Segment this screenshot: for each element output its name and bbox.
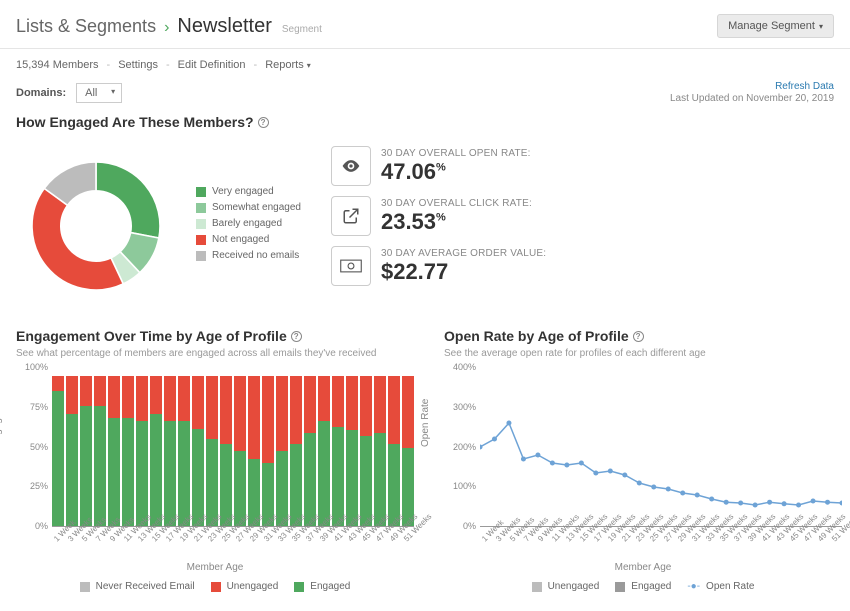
stat-icon (331, 196, 371, 236)
stats-cards: 30 DAY OVERALL OPEN RATE:47.06%30 DAY OV… (331, 146, 834, 306)
stat-card: 30 DAY AVERAGE ORDER VALUE:$22.77 (331, 246, 834, 286)
bar (150, 376, 162, 526)
subnav: 15,394 Members- Settings- Edit Definitio… (0, 49, 850, 75)
stat-value: $22.77 (381, 259, 546, 285)
legend-item: Very engaged (196, 186, 301, 197)
bar (108, 376, 120, 526)
engagement-bar-chart: 100% 75% 50% 25% 0% (52, 367, 414, 527)
subnav-settings[interactable]: Settings (118, 59, 158, 71)
bar (360, 376, 372, 526)
bar (262, 376, 274, 526)
subnav-members[interactable]: 15,394 Members (16, 59, 99, 71)
bar (80, 376, 92, 526)
page-title: Newsletter (177, 15, 271, 38)
bar (206, 376, 218, 526)
bar (318, 376, 330, 526)
subnav-edit-definition[interactable]: Edit Definition (178, 59, 246, 71)
stat-icon (331, 246, 371, 286)
domains-label: Domains: (16, 87, 66, 99)
engagement-donut-chart (16, 146, 176, 306)
chart2-xaxis-title: Member Age (444, 562, 842, 573)
bar (94, 376, 106, 526)
last-updated-label: Last Updated on November 20, 2019 (670, 93, 834, 104)
legend-item: Barely engaged (196, 218, 301, 229)
caret-down-icon: ▾ (307, 61, 311, 70)
breadcrumb-root[interactable]: Lists & Segments (16, 16, 156, 37)
bar (248, 376, 260, 526)
stat-value: 47.06% (381, 159, 531, 185)
stat-label: 30 DAY OVERALL OPEN RATE: (381, 148, 531, 159)
breadcrumb: Lists & Segments › Newsletter Segment (16, 15, 322, 38)
bar (136, 376, 148, 526)
bar (276, 376, 288, 526)
bar (374, 376, 386, 526)
manage-segment-button[interactable]: Manage Segment▾ (717, 14, 834, 38)
segment-tag: Segment (282, 24, 322, 35)
open-rate-line-chart: 400% 300% 200% 100% 0% (480, 367, 842, 527)
bar (402, 376, 414, 526)
engagement-title: How Engaged Are These Members? (16, 114, 254, 130)
chart1-title: Engagement Over Time by Age of Profile (16, 328, 287, 344)
legend-item: Received no emails (196, 250, 301, 261)
help-icon[interactable]: ? (291, 331, 302, 342)
bar (332, 376, 344, 526)
chart2-hint: See the average open rate for profiles o… (444, 348, 842, 359)
refresh-data-link[interactable]: Refresh Data (670, 81, 834, 92)
help-icon[interactable]: ? (258, 117, 269, 128)
stat-card: 30 DAY OVERALL OPEN RATE:47.06% (331, 146, 834, 186)
stat-icon (331, 146, 371, 186)
bar (192, 376, 204, 526)
chart2-title: Open Rate by Age of Profile (444, 328, 629, 344)
bar (220, 376, 232, 526)
donut-legend: Very engaged Somewhat engaged Barely engag… (196, 186, 301, 266)
bar (164, 376, 176, 526)
chevron-right-icon: › (164, 19, 169, 37)
stat-label: 30 DAY AVERAGE ORDER VALUE: (381, 248, 546, 259)
bar (290, 376, 302, 526)
chart1-hint: See what percentage of members are engag… (16, 348, 414, 359)
bar (388, 376, 400, 526)
bar (178, 376, 190, 526)
bar (234, 376, 246, 526)
legend-item: Not engaged (196, 234, 301, 245)
help-icon[interactable]: ? (633, 331, 644, 342)
legend-item: Somewhat engaged (196, 202, 301, 213)
chart1-yaxis-title: Engagement Distribution (0, 337, 3, 447)
caret-down-icon: ▾ (819, 22, 823, 31)
chart1-xaxis-title: Member Age (16, 562, 414, 573)
bar (66, 376, 78, 526)
chart2-yaxis-title: Open Rate (420, 399, 431, 447)
bar (304, 376, 316, 526)
bar (122, 376, 134, 526)
subnav-reports[interactable]: Reports ▾ (265, 59, 311, 71)
bar (52, 376, 64, 526)
domains-select[interactable]: All ▾ (76, 83, 122, 103)
stat-card: 30 DAY OVERALL CLICK RATE:23.53% (331, 196, 834, 236)
bar (346, 376, 358, 526)
stat-value: 23.53% (381, 209, 532, 235)
stat-label: 30 DAY OVERALL CLICK RATE: (381, 198, 532, 209)
